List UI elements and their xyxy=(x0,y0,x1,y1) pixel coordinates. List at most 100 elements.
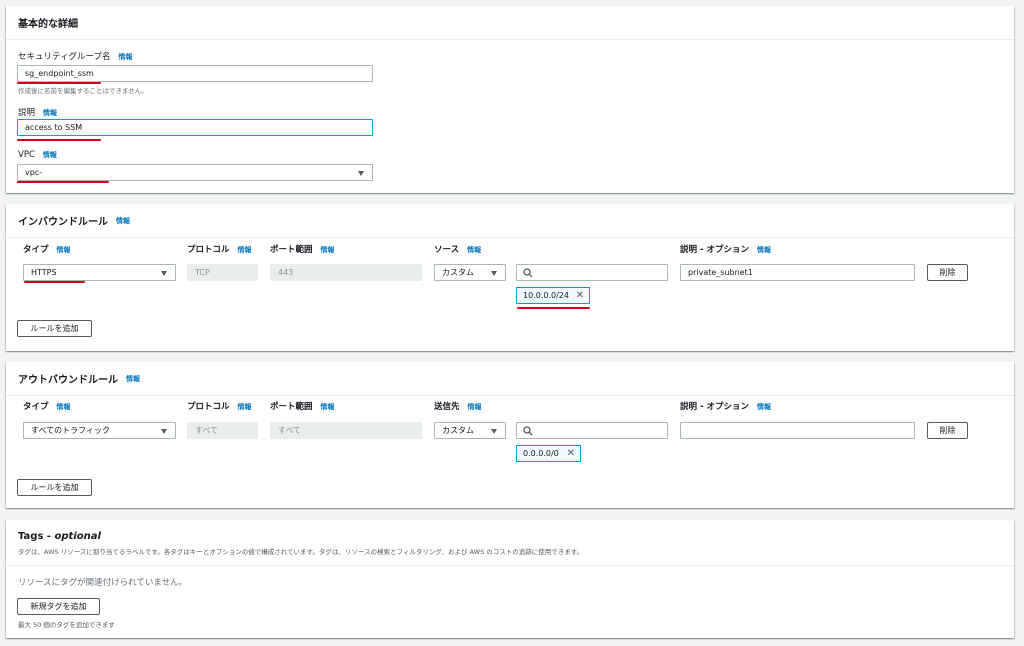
outbound-title: アウトバウンドルール xyxy=(18,375,118,386)
annotation-underline-sg-name xyxy=(17,82,101,84)
inbound-col-protocol-label: プロトコル xyxy=(187,245,230,255)
sg-name-label-row: セキュリティグループ名 情報 xyxy=(18,50,132,62)
close-icon[interactable]: ✕ xyxy=(576,290,584,301)
outbound-header: アウトバウンドルール 情報 xyxy=(6,362,1014,396)
inbound-col-desc: 説明 - オプション 情報 xyxy=(680,243,771,255)
inbound-add-rule-button[interactable]: ルールを追加 xyxy=(17,320,92,337)
tags-header: Tags - optional タグは、AWS リソースに割り当てるラベルです。… xyxy=(6,520,1014,566)
inbound-rules-panel: インバウンドルール 情報 タイプ 情報 プロトコル 情報 ポート範囲 情報 ソース 情報 … xyxy=(6,204,1014,351)
outbound-col-desc-label: 説明 - オプション xyxy=(680,402,749,412)
chevron-down-icon xyxy=(161,271,167,276)
basic-details-title: 基本的な詳細 xyxy=(18,19,78,30)
outbound-add-rule-button[interactable]: ルールを追加 xyxy=(17,479,92,496)
inbound-col-port: ポート範囲 情報 xyxy=(270,243,335,255)
inbound-desc-info-link[interactable]: 情報 xyxy=(757,246,771,254)
inbound-col-protocol: プロトコル 情報 xyxy=(187,243,252,255)
outbound-protocol-info-link[interactable]: 情報 xyxy=(238,403,252,411)
sg-name-label: セキュリティグループ名 xyxy=(18,52,111,62)
outbound-type-select[interactable]: すべてのトラフィック xyxy=(23,422,176,439)
inbound-col-source: ソース 情報 xyxy=(434,243,481,255)
search-icon xyxy=(523,268,533,278)
outbound-desc-info-link[interactable]: 情報 xyxy=(757,403,771,411)
inbound-col-source-label: ソース xyxy=(434,245,460,255)
sg-name-info-link[interactable]: 情報 xyxy=(118,53,132,61)
tags-limit-hint: 最大 50 個のタグを追加できます xyxy=(18,621,115,629)
vpc-label: VPC xyxy=(18,150,35,160)
outbound-description-input[interactable] xyxy=(680,422,915,439)
inbound-title: インバウンドルール xyxy=(18,217,108,228)
outbound-port-input: すべて xyxy=(270,422,422,439)
tags-title: Tags - optional xyxy=(18,531,101,542)
outbound-rules-panel: アウトバウンドルール 情報 タイプ 情報 プロトコル 情報 ポート範囲 情報 送信先 情報… xyxy=(6,362,1014,508)
inbound-cidr-search-input[interactable] xyxy=(516,264,668,281)
outbound-port-value: すべて xyxy=(278,426,302,435)
tags-empty-text: リソースにタグが関連付けられていません。 xyxy=(18,578,188,588)
outbound-protocol-input: すべて xyxy=(187,422,258,439)
outbound-port-info-link[interactable]: 情報 xyxy=(321,403,335,411)
outbound-col-dest-label: 送信先 xyxy=(434,402,460,412)
inbound-cidr-token-value: 10.0.0.0/24 xyxy=(523,291,569,300)
inbound-port-value: 443 xyxy=(278,268,294,277)
tags-title-optional: optional xyxy=(54,531,101,542)
inbound-port-info-link[interactable]: 情報 xyxy=(321,246,335,254)
inbound-protocol-value: TCP xyxy=(195,268,210,277)
vpc-info-link[interactable]: 情報 xyxy=(43,151,57,159)
inbound-delete-label: 削除 xyxy=(939,268,956,277)
inbound-source-info-link[interactable]: 情報 xyxy=(467,246,481,254)
outbound-delete-label: 削除 xyxy=(939,426,956,435)
basic-details-panel: 基本的な詳細 セキュリティグループ名 情報 sg_endpoint_ssm 作成後… xyxy=(6,6,1014,193)
search-icon xyxy=(523,426,533,436)
add-tag-button[interactable]: 新規タグを追加 xyxy=(17,598,100,615)
outbound-col-protocol: プロトコル 情報 xyxy=(187,400,252,412)
chevron-down-icon xyxy=(491,429,497,434)
desc-info-link[interactable]: 情報 xyxy=(43,109,57,117)
chevron-down-icon xyxy=(491,271,497,276)
inbound-source-value: カスタム xyxy=(442,268,474,277)
description-input[interactable]: access to SSM xyxy=(17,119,373,136)
annotation-underline-https xyxy=(24,281,85,283)
outbound-col-desc: 説明 - オプション 情報 xyxy=(680,400,771,412)
tags-subtitle: タグは、AWS リソースに割り当てるラベルです。各タグはキーとオプションの値で構… xyxy=(18,548,584,556)
inbound-protocol-input: TCP xyxy=(187,264,258,281)
vpc-select[interactable]: vpc- xyxy=(17,164,373,181)
inbound-col-type-label: タイプ xyxy=(23,245,49,255)
outbound-cidr-search-input[interactable] xyxy=(516,422,668,439)
annotation-underline-description xyxy=(17,139,101,141)
tags-title-text: Tags - xyxy=(18,531,55,542)
inbound-protocol-info-link[interactable]: 情報 xyxy=(238,246,252,254)
outbound-type-info-link[interactable]: 情報 xyxy=(57,403,71,411)
inbound-col-desc-label: 説明 - オプション xyxy=(680,245,749,255)
inbound-description-input[interactable]: private_subnet1 xyxy=(680,264,915,281)
chevron-down-icon xyxy=(161,429,167,434)
inbound-type-info-link[interactable]: 情報 xyxy=(57,246,71,254)
description-value: access to SSM xyxy=(25,123,83,132)
chevron-down-icon xyxy=(358,171,364,176)
inbound-source-select[interactable]: カスタム xyxy=(434,264,506,281)
outbound-info-link[interactable]: 情報 xyxy=(126,374,140,384)
outbound-protocol-value: すべて xyxy=(195,426,219,435)
add-tag-label: 新規タグを追加 xyxy=(30,602,87,611)
sg-name-input[interactable]: sg_endpoint_ssm xyxy=(17,65,373,82)
inbound-col-port-label: ポート範囲 xyxy=(270,245,313,255)
inbound-description-value: private_subnet1 xyxy=(688,268,753,277)
outbound-dest-select[interactable]: カスタム xyxy=(434,422,506,439)
tags-panel: Tags - optional タグは、AWS リソースに割り当てるラベルです。… xyxy=(6,520,1014,638)
inbound-info-link[interactable]: 情報 xyxy=(116,216,130,226)
outbound-delete-button[interactable]: 削除 xyxy=(927,422,968,439)
inbound-delete-button[interactable]: 削除 xyxy=(927,264,968,281)
outbound-dest-info-link[interactable]: 情報 xyxy=(468,403,482,411)
close-icon[interactable]: ✕ xyxy=(567,448,575,459)
outbound-cidr-token: 0.0.0.0/0 ✕ xyxy=(516,445,581,462)
inbound-col-type: タイプ 情報 xyxy=(23,243,71,255)
sg-name-value: sg_endpoint_ssm xyxy=(25,69,94,78)
vpc-label-row: VPC 情報 xyxy=(18,150,57,160)
outbound-add-rule-label: ルールを追加 xyxy=(30,483,79,492)
inbound-type-select[interactable]: HTTPS xyxy=(23,264,176,281)
outbound-col-port: ポート範囲 情報 xyxy=(270,400,335,412)
inbound-add-rule-label: ルールを追加 xyxy=(30,324,79,333)
inbound-header: インバウンドルール 情報 xyxy=(6,204,1014,238)
inbound-port-input: 443 xyxy=(270,264,422,281)
annotation-underline-cidr xyxy=(517,307,590,309)
desc-label: 説明 xyxy=(18,108,36,118)
vpc-value: vpc- xyxy=(25,168,43,177)
